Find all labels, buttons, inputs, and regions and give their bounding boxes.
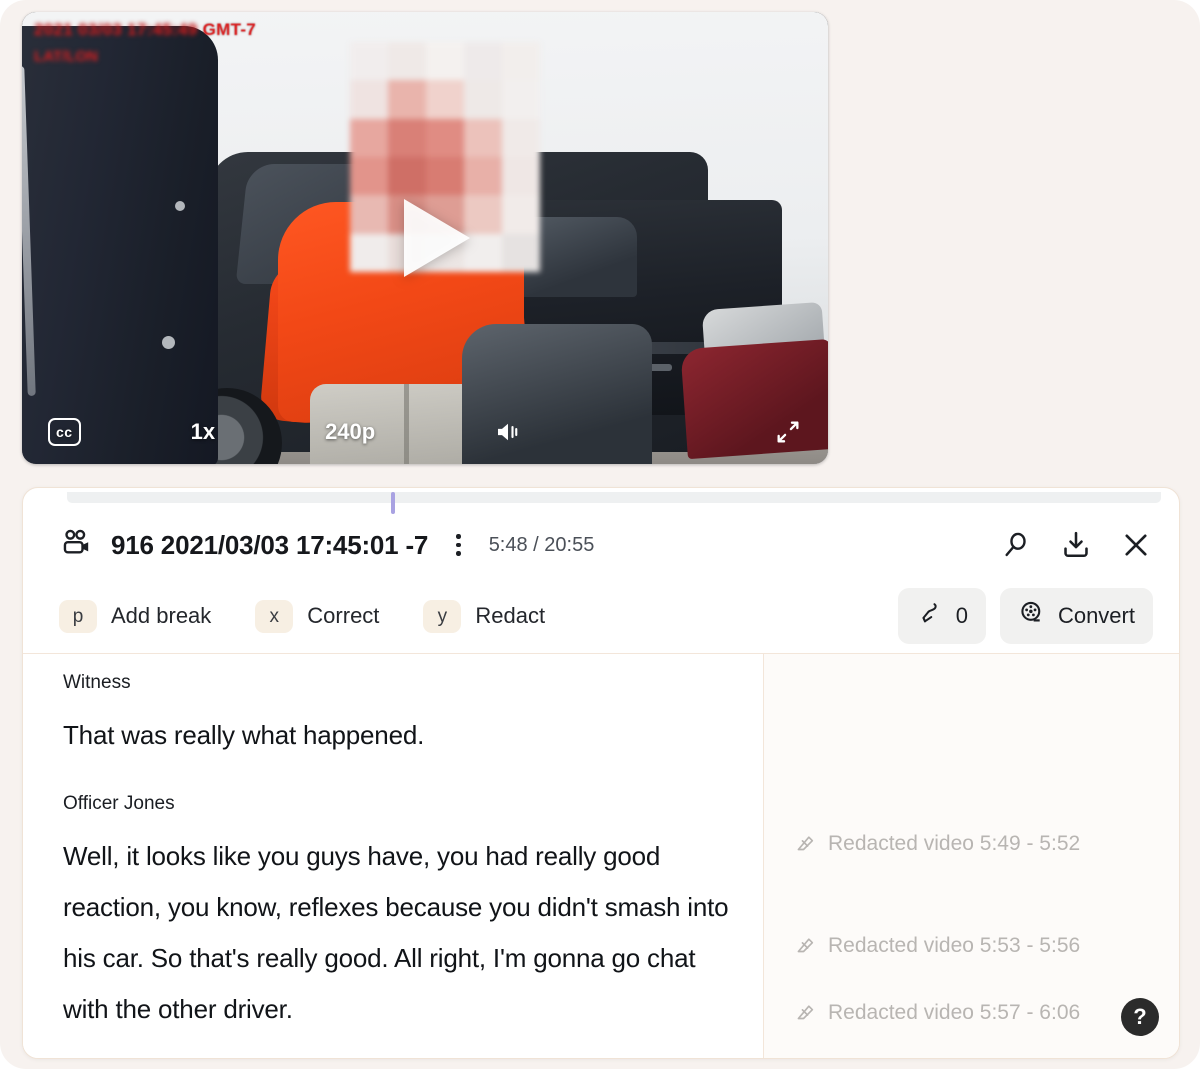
redaction-marker[interactable]: Redacted video 5:49 - 5:52 xyxy=(794,832,1080,856)
highlight-count: 0 xyxy=(955,603,968,628)
add-break-key: p xyxy=(59,599,97,633)
play-triangle-icon[interactable] xyxy=(404,199,470,277)
transcript-header: 916 2021/03/03 17:45:01 -7 5:48 / 20:55 xyxy=(23,514,1179,576)
redact-key: y xyxy=(423,599,462,633)
face-pixel-block xyxy=(502,42,540,81)
face-pixel-block xyxy=(502,195,540,234)
eraser-icon xyxy=(794,935,816,957)
redaction-label: Redacted video 5:53 - 5:56 xyxy=(828,934,1081,957)
face-pixel-block xyxy=(388,80,426,119)
playback-speed-button[interactable]: 1x xyxy=(191,419,215,445)
eraser-icon xyxy=(794,833,816,855)
speaker-label: Officer Jones xyxy=(63,793,175,814)
redaction-label: Redacted video 5:57 - 6:06 xyxy=(828,1001,1081,1024)
video-player[interactable]: 2021 03/03 17:45:49 GMT-7 LAT/LON cc 1x … xyxy=(22,12,828,464)
face-pixel-block xyxy=(464,42,502,81)
header-actions xyxy=(999,528,1153,562)
eraser-icon xyxy=(794,1002,816,1024)
quality-button[interactable]: 240p xyxy=(325,419,375,445)
page-title: 916 2021/03/03 17:45:01 -7 xyxy=(111,529,429,560)
scene-officer-button-1 xyxy=(162,336,175,349)
fullscreen-icon[interactable] xyxy=(774,418,802,446)
convert-label: Convert xyxy=(1057,603,1135,628)
face-pixel-block xyxy=(350,156,388,196)
face-pixel-block xyxy=(426,118,464,157)
redaction-marker[interactable]: Redacted video 5:57 - 6:06 xyxy=(794,1001,1080,1025)
video-timestamp-suffix: GMT-7 xyxy=(202,20,257,39)
kebab-menu-icon[interactable] xyxy=(450,530,467,560)
video-geo-overlay: LAT/LON xyxy=(34,48,98,65)
transcript-text-column[interactable]: Witness That was really what happened. O… xyxy=(23,654,763,1058)
kebab-dot xyxy=(456,542,461,548)
volume-icon[interactable] xyxy=(493,417,523,447)
add-break-label: Add break xyxy=(111,603,212,628)
scene-officer-stripe xyxy=(22,65,36,397)
highlighter-icon xyxy=(916,599,944,633)
video-scrub-bar[interactable] xyxy=(67,492,1161,514)
scene-officer-button-2 xyxy=(175,201,185,211)
face-pixel-block xyxy=(502,80,540,119)
download-icon[interactable] xyxy=(1059,528,1093,562)
app-shell: 2021 03/03 17:45:49 GMT-7 LAT/LON cc 1x … xyxy=(0,0,1200,1069)
convert-button[interactable]: Convert xyxy=(999,588,1153,644)
redaction-column: Redacted video 5:49 - 5:52 Redacted vide… xyxy=(763,654,1179,1058)
face-pixel-block xyxy=(464,118,502,157)
help-button[interactable]: ? xyxy=(1121,998,1159,1036)
redaction-marker[interactable]: Redacted video 5:53 - 5:56 xyxy=(794,934,1080,958)
face-pixel-block xyxy=(502,233,540,272)
correct-label: Correct xyxy=(307,603,380,628)
video-controls: cc 1x 240p xyxy=(22,410,828,454)
captions-icon[interactable]: cc xyxy=(48,418,81,446)
face-pixel-block xyxy=(426,42,464,81)
kebab-dot xyxy=(456,551,461,556)
face-pixel-block xyxy=(350,118,388,157)
close-icon[interactable] xyxy=(1119,528,1153,562)
transcript-body: Witness That was really what happened. O… xyxy=(23,653,1179,1058)
scene-officer xyxy=(22,26,218,464)
correct-key: x xyxy=(255,599,294,633)
scrub-playhead[interactable] xyxy=(391,492,395,514)
face-pixel-block xyxy=(350,42,388,81)
transcript-tools: 0 Convert xyxy=(897,588,1153,644)
add-break-button[interactable]: p Add break xyxy=(59,599,212,633)
face-pixel-block xyxy=(426,80,464,119)
face-pixel-block xyxy=(502,156,540,196)
face-pixel-block xyxy=(388,118,426,157)
video-timestamp-overlay: 2021 03/03 17:45:49 GMT-7 xyxy=(34,20,257,39)
playback-time: 5:48 / 20:55 xyxy=(488,533,595,556)
utterance-text[interactable]: Well, it looks like you guys have, you h… xyxy=(63,831,739,1035)
face-pixel-block xyxy=(350,80,388,119)
kebab-dot xyxy=(456,534,461,539)
video-camera-icon xyxy=(59,526,93,565)
face-pixel-block xyxy=(464,156,502,196)
face-pixel-block xyxy=(464,80,502,119)
redact-button[interactable]: y Redact xyxy=(423,599,546,633)
highlight-count-button[interactable]: 0 xyxy=(897,588,986,644)
search-icon[interactable] xyxy=(999,528,1033,562)
redaction-label: Redacted video 5:49 - 5:52 xyxy=(828,832,1081,855)
face-pixel-block xyxy=(502,118,540,157)
transcript-action-row: p Add break x Correct y Redact 0 Convert xyxy=(23,580,1179,652)
utterance-text[interactable]: That was really what happened. xyxy=(63,710,739,761)
face-pixel-block xyxy=(388,42,426,81)
film-reel-icon xyxy=(1018,599,1046,633)
transcript-panel: 916 2021/03/03 17:45:01 -7 5:48 / 20:55 xyxy=(22,487,1180,1059)
redact-label: Redact xyxy=(475,603,546,628)
correct-button[interactable]: x Correct xyxy=(255,599,380,633)
speaker-label: Witness xyxy=(63,672,131,693)
